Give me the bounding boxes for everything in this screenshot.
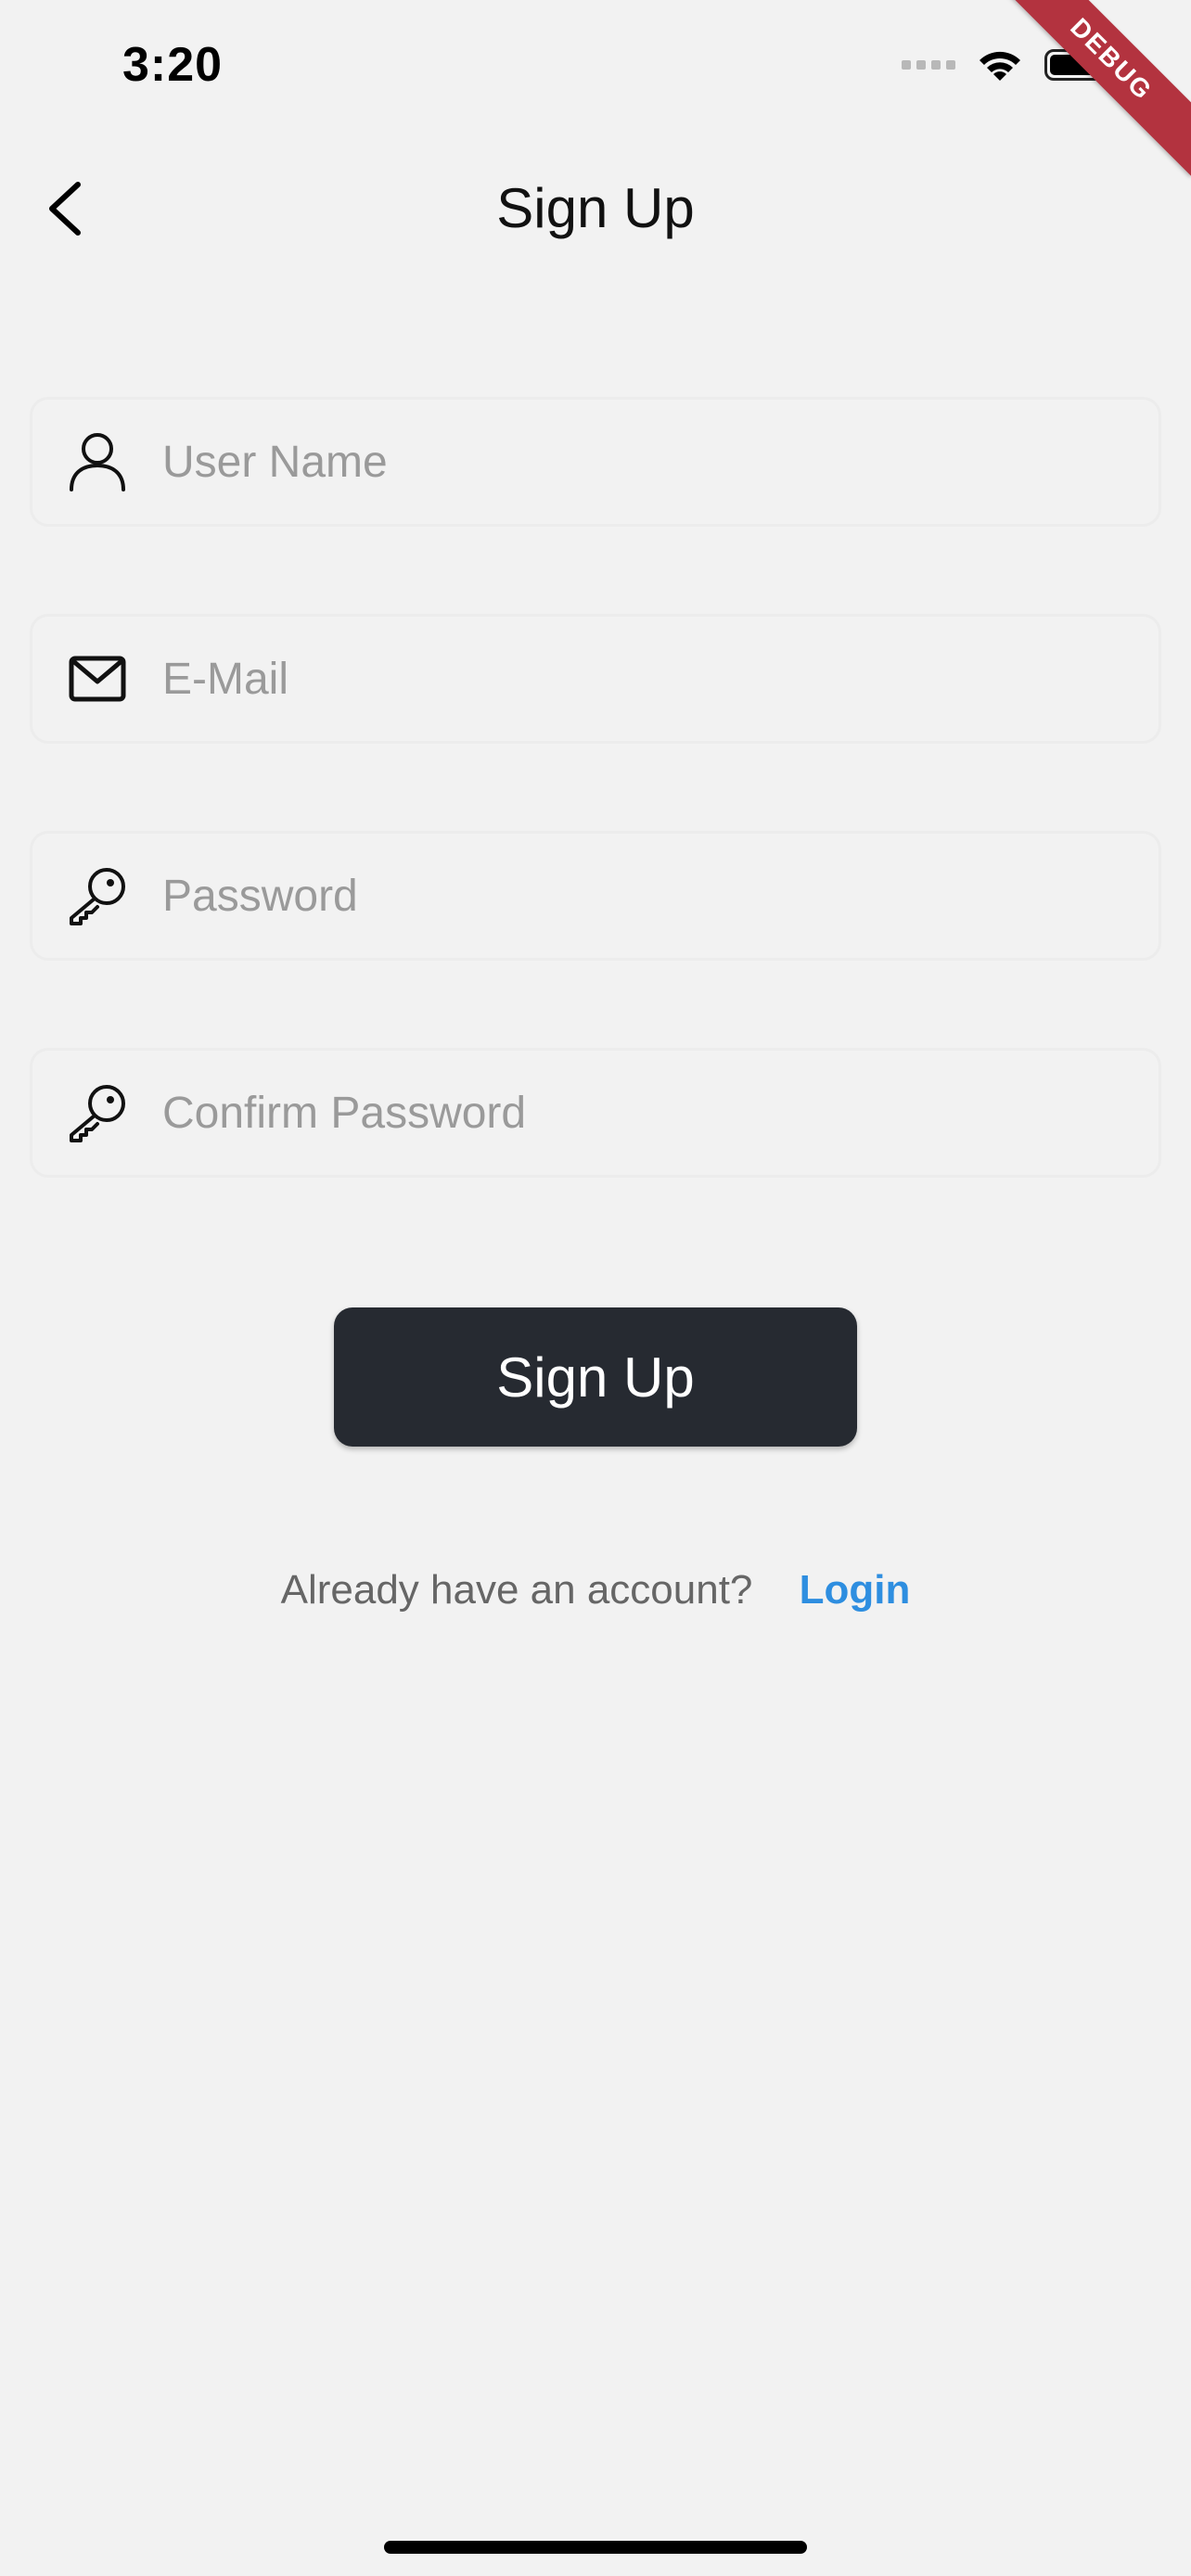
- confirm-password-input[interactable]: [162, 1051, 1159, 1175]
- page-title: Sign Up: [496, 177, 695, 239]
- home-indicator[interactable]: [384, 2541, 807, 2554]
- login-row: Already have an account? Login: [0, 1567, 1191, 1613]
- status-time: 3:20: [122, 38, 224, 92]
- cellular-signal-icon: [902, 60, 955, 70]
- email-field[interactable]: [30, 614, 1161, 744]
- mail-icon: [64, 645, 131, 712]
- wifi-icon: [980, 51, 1020, 81]
- status-bar: 3:20: [0, 0, 1191, 139]
- user-icon: [64, 428, 131, 495]
- signup-button[interactable]: Sign Up: [334, 1307, 857, 1447]
- signup-form: [30, 397, 1161, 1265]
- password-field[interactable]: [30, 831, 1161, 961]
- username-input[interactable]: [162, 400, 1159, 524]
- confirm-password-field[interactable]: [30, 1048, 1161, 1178]
- username-field[interactable]: [30, 397, 1161, 527]
- key-icon: [64, 1079, 131, 1146]
- key-icon: [64, 862, 131, 929]
- email-input[interactable]: [162, 617, 1159, 741]
- login-prompt: Already have an account?: [280, 1567, 753, 1613]
- login-link[interactable]: Login: [800, 1567, 911, 1613]
- password-input[interactable]: [162, 834, 1159, 958]
- app-bar: Sign Up: [0, 139, 1191, 278]
